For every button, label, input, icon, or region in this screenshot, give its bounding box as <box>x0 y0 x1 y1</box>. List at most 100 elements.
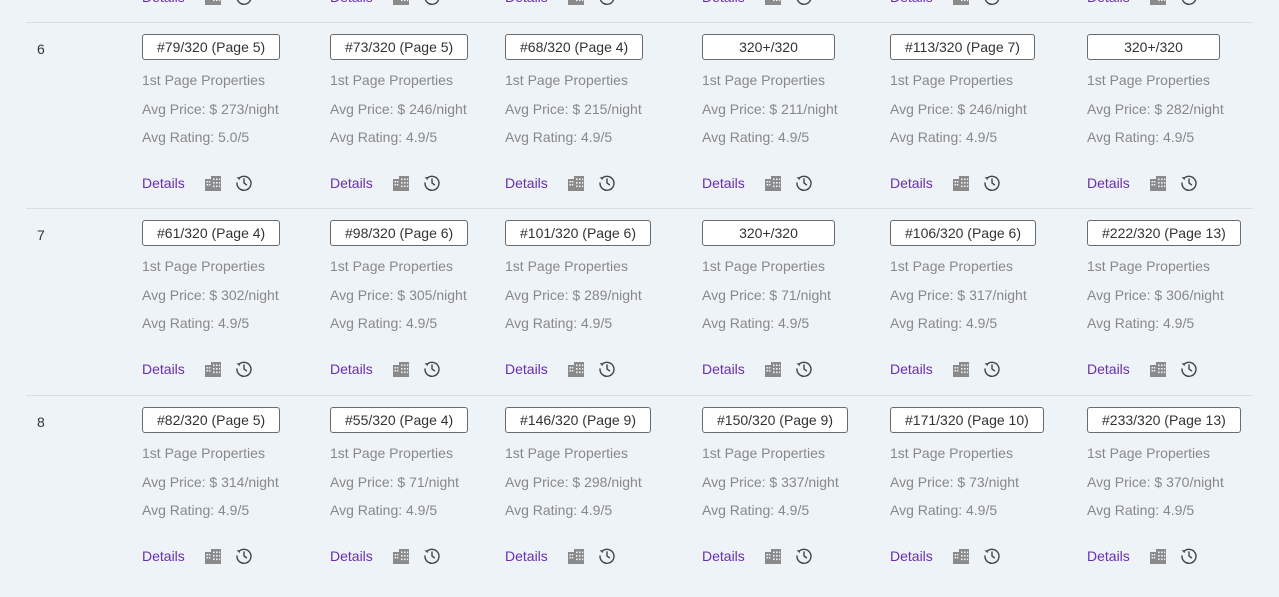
details-link[interactable]: Details <box>505 0 548 5</box>
cell-actions: Details <box>505 0 629 6</box>
building-icon[interactable] <box>764 0 782 6</box>
building-icon[interactable] <box>1149 547 1167 565</box>
details-link[interactable]: Details <box>702 548 745 564</box>
rank-badge: #79/320 (Page 5) <box>142 34 281 60</box>
building-icon[interactable] <box>204 0 222 6</box>
history-icon[interactable] <box>1180 174 1198 192</box>
building-icon[interactable] <box>204 360 222 378</box>
history-icon[interactable] <box>235 174 253 192</box>
history-icon[interactable] <box>235 360 253 378</box>
subtitle-text: 1st Page Properties <box>1087 72 1210 88</box>
building-icon[interactable] <box>1149 0 1167 6</box>
history-icon[interactable] <box>423 174 441 192</box>
building-icon[interactable] <box>392 0 410 6</box>
history-icon[interactable] <box>795 547 813 565</box>
details-link[interactable]: Details <box>330 361 373 377</box>
history-icon[interactable] <box>598 0 616 6</box>
details-link[interactable]: Details <box>890 361 933 377</box>
building-icon[interactable] <box>952 547 970 565</box>
building-icon[interactable] <box>204 174 222 192</box>
details-link[interactable]: Details <box>1087 548 1130 564</box>
history-icon[interactable] <box>983 360 1001 378</box>
history-icon[interactable] <box>1180 0 1198 6</box>
subtitle-text: 1st Page Properties <box>505 72 628 88</box>
avg-rating-text: Avg Rating: 4.9/5 <box>702 502 810 518</box>
avg-rating-text: Avg Rating: 4.9/5 <box>702 129 810 145</box>
history-icon[interactable] <box>983 0 1001 6</box>
building-icon[interactable] <box>392 174 410 192</box>
details-link[interactable]: Details <box>330 0 373 5</box>
avg-price-text: Avg Price: $ 317/night <box>890 287 1027 303</box>
cell-actions: Details <box>1087 174 1211 192</box>
row-number: 6 <box>37 41 45 57</box>
rank-badge: #68/320 (Page 4) <box>505 34 644 60</box>
table-row: 6 #79/320 (Page 5) 1st Page Properties Avg … <box>26 22 1253 210</box>
building-icon[interactable] <box>1149 360 1167 378</box>
details-link[interactable]: Details <box>1087 0 1130 5</box>
history-icon[interactable] <box>795 0 813 6</box>
building-icon[interactable] <box>204 547 222 565</box>
history-icon[interactable] <box>795 360 813 378</box>
avg-rating-text: Avg Rating: 4.9/5 <box>505 502 613 518</box>
history-icon[interactable] <box>1180 547 1198 565</box>
details-link[interactable]: Details <box>505 548 548 564</box>
history-icon[interactable] <box>795 174 813 192</box>
details-link[interactable]: Details <box>702 0 745 5</box>
details-link[interactable]: Details <box>142 0 185 5</box>
history-icon[interactable] <box>598 360 616 378</box>
building-icon[interactable] <box>567 547 585 565</box>
building-icon[interactable] <box>764 547 782 565</box>
details-link[interactable]: Details <box>702 361 745 377</box>
building-icon[interactable] <box>567 360 585 378</box>
details-link[interactable]: Details <box>330 175 373 191</box>
avg-rating-text: Avg Rating: 4.9/5 <box>890 315 998 331</box>
details-link[interactable]: Details <box>142 548 185 564</box>
history-icon[interactable] <box>983 174 1001 192</box>
subtitle-text: 1st Page Properties <box>1087 258 1210 274</box>
building-icon[interactable] <box>764 174 782 192</box>
cell-actions: Details <box>142 547 266 565</box>
table-row-partial: Details Details Details Details Details Detai… <box>26 0 1253 22</box>
details-link[interactable]: Details <box>702 175 745 191</box>
rank-badge: #101/320 (Page 6) <box>505 220 651 246</box>
rank-badge: #233/320 (Page 13) <box>1087 407 1241 433</box>
details-link[interactable]: Details <box>505 175 548 191</box>
history-icon[interactable] <box>423 0 441 6</box>
history-icon[interactable] <box>598 547 616 565</box>
building-icon[interactable] <box>952 174 970 192</box>
building-icon[interactable] <box>392 360 410 378</box>
building-icon[interactable] <box>952 360 970 378</box>
row-number: 8 <box>37 414 45 430</box>
rank-badge: #73/320 (Page 5) <box>330 34 469 60</box>
history-icon[interactable] <box>423 360 441 378</box>
building-icon[interactable] <box>764 360 782 378</box>
details-link[interactable]: Details <box>1087 361 1130 377</box>
rank-badge: 320+/320 <box>702 220 835 246</box>
rank-badge: #61/320 (Page 4) <box>142 220 281 246</box>
details-link[interactable]: Details <box>505 361 548 377</box>
details-link[interactable]: Details <box>1087 175 1130 191</box>
building-icon[interactable] <box>567 0 585 6</box>
details-link[interactable]: Details <box>330 548 373 564</box>
subtitle-text: 1st Page Properties <box>702 72 825 88</box>
details-link[interactable]: Details <box>142 175 185 191</box>
details-link[interactable]: Details <box>890 0 933 5</box>
building-icon[interactable] <box>952 0 970 6</box>
details-link[interactable]: Details <box>142 361 185 377</box>
avg-rating-text: Avg Rating: 4.9/5 <box>330 315 438 331</box>
details-link[interactable]: Details <box>890 548 933 564</box>
history-icon[interactable] <box>423 547 441 565</box>
subtitle-text: 1st Page Properties <box>142 72 265 88</box>
history-icon[interactable] <box>1180 360 1198 378</box>
building-icon[interactable] <box>392 547 410 565</box>
building-icon[interactable] <box>1149 174 1167 192</box>
history-icon[interactable] <box>598 174 616 192</box>
history-icon[interactable] <box>983 547 1001 565</box>
avg-rating-text: Avg Rating: 5.0/5 <box>142 129 250 145</box>
history-icon[interactable] <box>235 547 253 565</box>
avg-price-text: Avg Price: $ 71/night <box>330 474 459 490</box>
details-link[interactable]: Details <box>890 175 933 191</box>
history-icon[interactable] <box>235 0 253 6</box>
cell-actions: Details <box>330 174 454 192</box>
building-icon[interactable] <box>567 174 585 192</box>
